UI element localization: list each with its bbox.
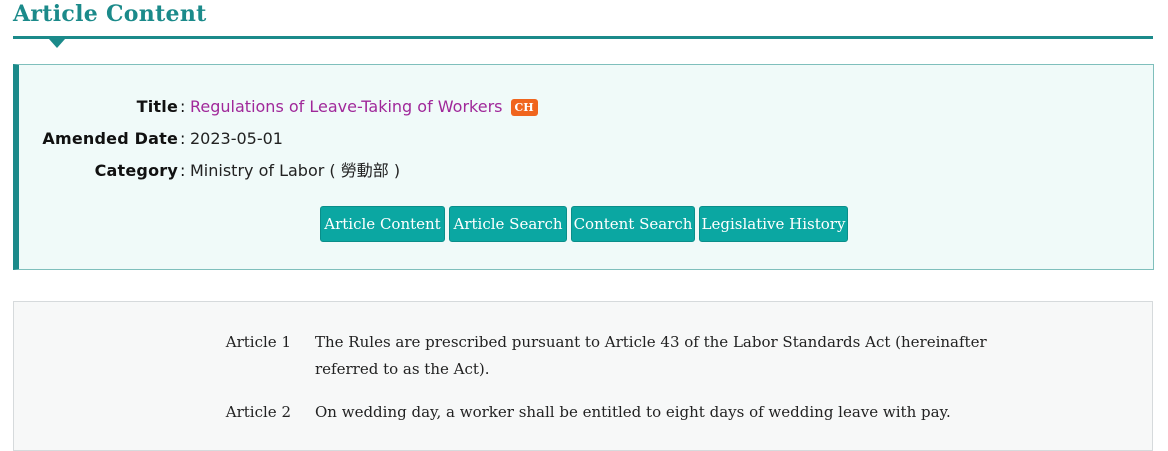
article-content-button[interactable]: Article Content	[320, 206, 445, 242]
title-pointer-icon	[49, 39, 65, 48]
category-value: Ministry of Labor ( 勞動部 )	[190, 161, 401, 180]
chinese-version-badge[interactable]: CH	[510, 99, 538, 116]
article-number[interactable]: Article 1	[201, 329, 291, 356]
legislative-history-button[interactable]: Legislative History	[699, 206, 848, 242]
article-list: Article 1 The Rules are prescribed pursu…	[13, 301, 1153, 451]
article-text: The Rules are prescribed pursuant to Art…	[315, 333, 987, 378]
page-header: Article Content	[13, 0, 1153, 48]
content-search-button[interactable]: Content Search	[571, 206, 695, 242]
title-label: Title	[136, 97, 178, 116]
colon: :	[180, 97, 186, 116]
article-search-button[interactable]: Article Search	[449, 206, 567, 242]
law-title-link[interactable]: Regulations of Leave-Taking of Workers	[190, 97, 503, 116]
colon: :	[180, 161, 186, 180]
amended-date-value: 2023-05-01	[190, 129, 283, 148]
category-label: Category	[94, 161, 178, 180]
article-text: On wedding day, a worker shall be entitl…	[315, 403, 951, 421]
page-title: Article Content	[13, 1, 207, 27]
article-number[interactable]: Article 2	[201, 399, 291, 426]
law-info-panel: Title : Regulations of Leave-Taking of W…	[13, 64, 1154, 270]
title-value: Regulations of Leave-Taking of Workers CH	[190, 96, 538, 118]
title-divider	[13, 36, 1153, 39]
colon: :	[180, 129, 186, 148]
amended-date-label: Amended Date	[42, 129, 178, 148]
